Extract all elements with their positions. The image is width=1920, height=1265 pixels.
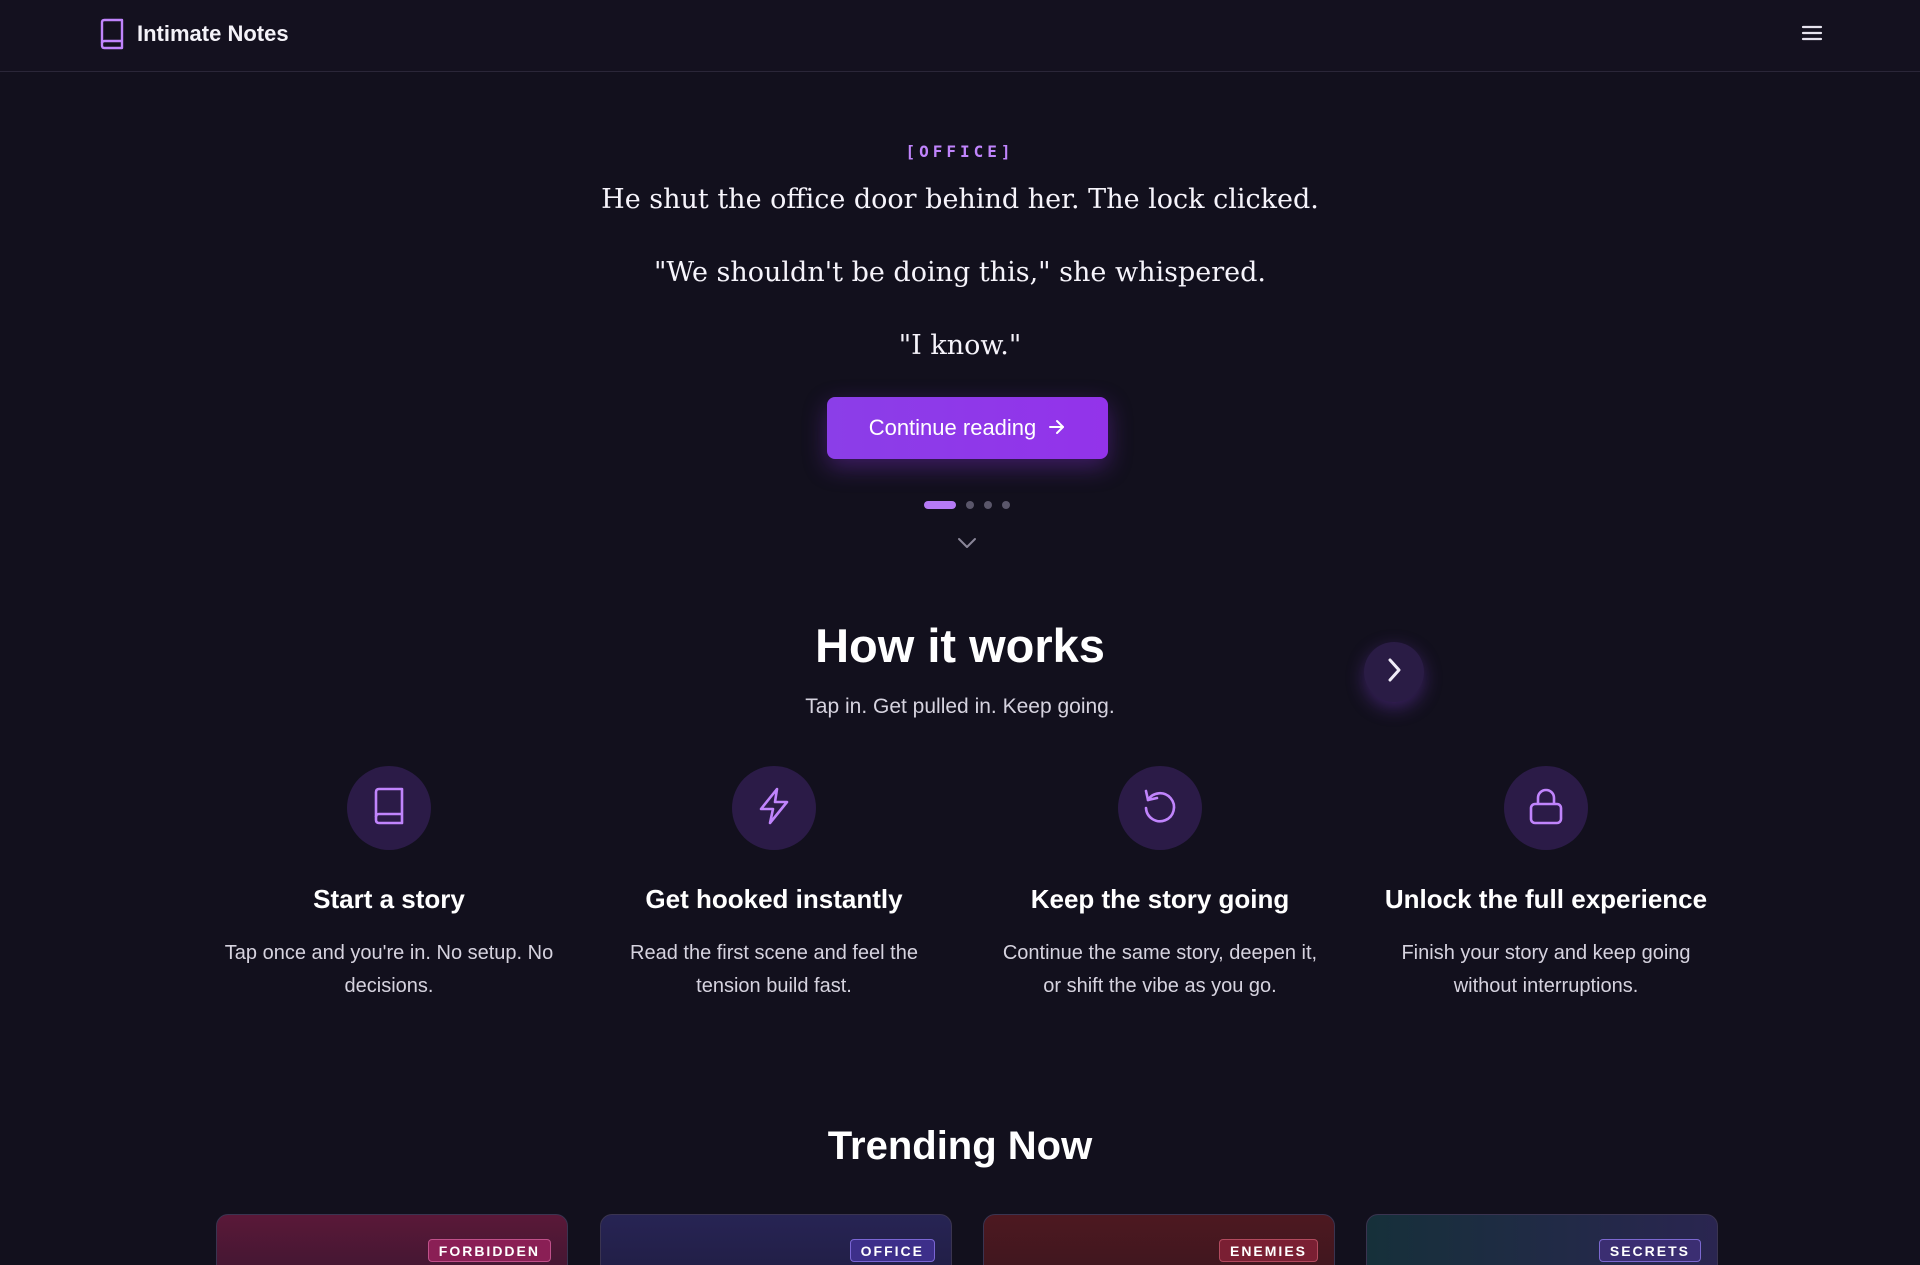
step-title: Start a story — [313, 884, 465, 914]
continue-reading-label: Continue reading — [868, 415, 1037, 440]
story-category-badge: FORBIDDEN — [427, 1239, 551, 1262]
step-card-1: Start a story Tap once and you're in. No… — [209, 766, 569, 1003]
trending-title: Trending Now — [827, 1124, 1093, 1168]
step-description: Finish your story and keep going without… — [1401, 942, 1691, 997]
next-slide-button[interactable] — [1364, 642, 1424, 702]
carousel-dot-4[interactable] — [1002, 501, 1010, 509]
story-excerpt-line-3: "I know." — [898, 330, 1022, 361]
hamburger-menu-icon — [1801, 24, 1823, 47]
step-title: Unlock the full experience — [1384, 884, 1708, 914]
story-excerpt-line-1: He shut the office door behind her. The … — [601, 184, 1319, 215]
arrow-right-icon — [1048, 415, 1066, 441]
carousel-dot-3[interactable] — [984, 501, 992, 509]
how-it-works-subtitle: Tap in. Get pulled in. Keep going. — [805, 695, 1115, 718]
step-icon-circle — [347, 766, 431, 850]
step-icon-circle — [1118, 766, 1202, 850]
story-category-badge: SECRETS — [1598, 1239, 1701, 1262]
step-description: Read the first scene and feel the tensio… — [630, 942, 918, 997]
story-category-badge: ENEMIES — [1218, 1239, 1318, 1262]
menu-button[interactable] — [1796, 22, 1828, 48]
brand-name: Intimate Notes — [137, 21, 289, 46]
book-icon — [99, 18, 125, 50]
story-category-badge: OFFICE — [849, 1239, 935, 1262]
top-navbar: Intimate Notes — [0, 0, 1920, 72]
refresh-icon — [1140, 786, 1180, 831]
continue-reading-button[interactable]: Continue reading — [827, 397, 1108, 459]
carousel-dot-2[interactable] — [966, 501, 974, 509]
brand-logo-link[interactable]: Intimate Notes — [99, 18, 289, 50]
step-card-3: Keep the story going Continue the same s… — [980, 766, 1340, 1003]
carousel-dot-1[interactable] — [924, 501, 956, 509]
step-icon-circle — [732, 766, 816, 850]
story-card-office[interactable]: OFFICE — [600, 1214, 952, 1265]
step-title: Get hooked instantly — [645, 884, 903, 914]
chevron-down-icon — [955, 538, 979, 556]
step-card-4: Unlock the full experience Finish your s… — [1366, 766, 1726, 1003]
scroll-down-button[interactable] — [955, 534, 979, 552]
story-genre-tag: [OFFICE] — [905, 142, 1015, 161]
chevron-right-icon — [1383, 656, 1405, 689]
step-title: Keep the story going — [1030, 884, 1290, 914]
how-it-works-title: How it works — [815, 619, 1105, 672]
step-description: Tap once and you're in. No setup. No dec… — [224, 942, 554, 997]
story-card-secrets[interactable]: SECRETS — [1366, 1214, 1718, 1265]
story-card-forbidden[interactable]: FORBIDDEN — [216, 1214, 568, 1265]
lock-icon — [1527, 786, 1565, 831]
step-icon-circle — [1504, 766, 1588, 850]
story-card-enemies[interactable]: ENEMIES — [983, 1214, 1335, 1265]
book-icon — [372, 786, 406, 831]
step-card-2: Get hooked instantly Read the first scen… — [594, 766, 954, 1003]
lightning-icon — [756, 786, 792, 831]
carousel-indicator — [924, 500, 1010, 510]
story-excerpt-line-2: "We shouldn't be doing this," she whispe… — [654, 257, 1266, 288]
step-description: Continue the same story, deepen it, or s… — [1002, 942, 1318, 997]
